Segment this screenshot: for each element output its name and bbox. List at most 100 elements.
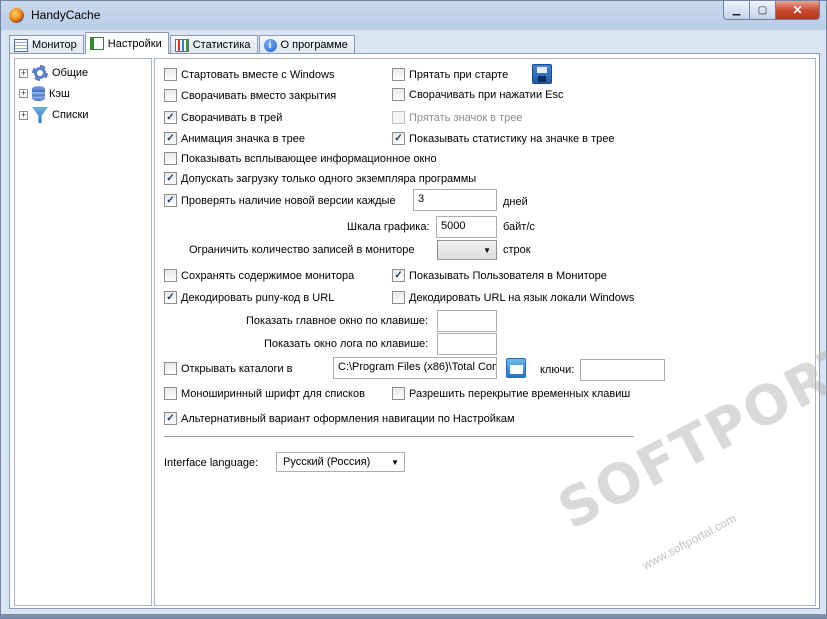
- checkbox-box[interactable]: ✓: [392, 269, 405, 282]
- decode-punycode-checkbox[interactable]: ✓ Декодировать puny-код в URL: [164, 291, 334, 304]
- tab-label: Настройки: [107, 37, 162, 50]
- checkbox-box[interactable]: ✓: [164, 132, 177, 145]
- minimize-icon: ▁: [732, 4, 741, 16]
- monitor-limit-select[interactable]: ▼: [437, 240, 497, 260]
- chevron-down-icon: ▼: [391, 458, 399, 467]
- checkbox-box[interactable]: ✓: [164, 172, 177, 185]
- funnel-icon: [32, 107, 48, 123]
- monospace-lists-checkbox[interactable]: Моноширинный шрифт для списков: [164, 387, 365, 400]
- keys-field[interactable]: [580, 359, 665, 381]
- tree-item-lists[interactable]: + Списки: [19, 107, 89, 123]
- checkbox-box[interactable]: [164, 152, 177, 165]
- graph-scale-field[interactable]: 5000: [436, 216, 497, 238]
- save-icon[interactable]: [532, 64, 552, 84]
- keys-label: ключи:: [540, 364, 575, 376]
- folder-open-icon[interactable]: [506, 358, 526, 378]
- tab-label: Монитор: [32, 39, 77, 51]
- checkbox-box[interactable]: ✓: [392, 132, 405, 145]
- folder-path-field[interactable]: C:\Program Files (x86)\Total Com: [333, 357, 497, 379]
- tab-settings[interactable]: Настройки: [84, 32, 169, 54]
- expand-icon[interactable]: +: [19, 68, 28, 78]
- chevron-down-icon: ▼: [483, 246, 491, 255]
- tab-monitor[interactable]: Монитор: [9, 35, 84, 54]
- tab-about[interactable]: i О программе: [258, 35, 355, 54]
- monitor-limit-unit: строк: [503, 244, 531, 256]
- checkbox-label: Моноширинный шрифт для списков: [181, 387, 365, 400]
- checkbox-label: Прятать при старте: [409, 68, 509, 81]
- title-bar[interactable]: HandyCache ▁ ▢ ✕: [1, 1, 826, 29]
- single-instance-checkbox[interactable]: ✓ Допускать загрузку только одного экзем…: [164, 172, 476, 185]
- tree-item-cache[interactable]: + Кэш: [19, 86, 70, 101]
- minimize-button[interactable]: ▁: [723, 1, 750, 20]
- checkbox-label: Сворачивать в трей: [181, 111, 283, 124]
- update-interval-field[interactable]: 3: [413, 189, 497, 211]
- maximize-icon: ▢: [757, 4, 768, 16]
- tab-statistics[interactable]: Статистика: [169, 35, 258, 54]
- checkbox-box[interactable]: [164, 387, 177, 400]
- checkbox-box[interactable]: [392, 387, 405, 400]
- start-with-windows-checkbox[interactable]: Стартовать вместе с Windows: [164, 68, 334, 81]
- window-title: HandyCache: [31, 8, 101, 22]
- expand-icon[interactable]: +: [19, 89, 28, 98]
- checkbox-box[interactable]: [164, 89, 177, 102]
- checkbox-label: Стартовать вместе с Windows: [181, 68, 335, 81]
- checkbox-label: Показывать всплывающее информационное ок…: [181, 152, 437, 165]
- close-icon: ✕: [792, 3, 803, 17]
- expand-icon[interactable]: +: [19, 110, 28, 120]
- save-monitor-checkbox[interactable]: Сохранять содержимое монитора: [164, 269, 354, 282]
- graph-scale-label: Шкала графика:: [347, 221, 430, 233]
- checkbox-box[interactable]: [164, 362, 177, 375]
- hotkey-log-field[interactable]: [437, 333, 497, 355]
- checkbox-box[interactable]: ✓: [164, 291, 177, 304]
- checkbox-label: Декодировать URL на язык локали Windows: [409, 291, 635, 304]
- maximize-button[interactable]: ▢: [750, 1, 776, 20]
- graph-scale-unit: байт/с: [503, 221, 535, 233]
- show-user-in-monitor-checkbox[interactable]: ✓ Показывать Пользователя в Мониторе: [392, 269, 607, 282]
- minimize-instead-close-checkbox[interactable]: Сворачивать вместо закрытия: [164, 89, 336, 102]
- tree-item-label: Кэш: [49, 87, 70, 100]
- gear-icon: [32, 65, 48, 81]
- checkbox-label: Показывать статистику на значке в трее: [409, 132, 615, 145]
- show-tray-stats-checkbox[interactable]: ✓ Показывать статистику на значке в трее: [392, 132, 614, 145]
- minimize-on-esc-checkbox[interactable]: Сворачивать при нажатии Esc: [392, 88, 564, 101]
- checkbox-box[interactable]: [392, 291, 405, 304]
- settings-frame: + Общие + Кэш + Списки Стартовать вместе…: [9, 53, 820, 609]
- close-button[interactable]: ✕: [776, 1, 820, 20]
- checkbox-box[interactable]: ✓: [164, 412, 177, 425]
- checkbox-box[interactable]: [164, 269, 177, 282]
- checkbox-label: Сохранять содержимое монитора: [181, 269, 355, 282]
- checkbox-box[interactable]: [392, 68, 405, 81]
- checkbox-label: Сворачивать вместо закрытия: [181, 89, 337, 102]
- tab-label: О программе: [280, 39, 348, 51]
- info-icon: i: [263, 38, 277, 52]
- hotkey-main-field[interactable]: [437, 310, 497, 332]
- checkbox-box[interactable]: [392, 88, 405, 101]
- tray-icon-animation-checkbox[interactable]: ✓ Анимация значка в трее: [164, 132, 305, 145]
- checkbox-box[interactable]: [164, 68, 177, 81]
- settings-form-icon: [89, 37, 104, 50]
- check-updates-checkbox[interactable]: ✓ Проверять наличие новой версии каждые: [164, 194, 396, 207]
- checkbox-box[interactable]: ✓: [164, 111, 177, 124]
- tab-bar: Монитор Настройки Статистика i О програм…: [9, 32, 356, 54]
- open-folders-checkbox[interactable]: Открывать каталоги в: [164, 362, 293, 375]
- checkbox-box[interactable]: ✓: [164, 194, 177, 207]
- tree-item-label: Списки: [52, 109, 89, 121]
- separator: [164, 436, 634, 437]
- tree-item-general[interactable]: + Общие: [19, 65, 88, 81]
- alt-navigation-checkbox[interactable]: ✓ Альтернативный вариант оформления нави…: [164, 412, 515, 425]
- hotkey-log-label: Показать окно лога по клавише:: [264, 338, 429, 350]
- checkbox-label: Анимация значка в трее: [181, 132, 305, 145]
- select-value: Русский (Россия): [283, 456, 371, 468]
- app-logo-icon: [9, 8, 24, 23]
- decode-url-locale-checkbox[interactable]: Декодировать URL на язык локали Windows: [392, 291, 634, 304]
- interface-language-select[interactable]: Русский (Россия) ▼: [276, 452, 405, 472]
- hide-on-start-checkbox[interactable]: Прятать при старте: [392, 68, 508, 81]
- minimize-to-tray-checkbox[interactable]: ✓ Сворачивать в трей: [164, 111, 282, 124]
- checkbox-label: Альтернативный вариант оформления навига…: [181, 412, 515, 425]
- settings-tree: + Общие + Кэш + Списки: [14, 58, 152, 606]
- checkbox-label: Открывать каталоги в: [181, 362, 293, 375]
- settings-panel: Стартовать вместе с Windows Прятать при …: [154, 58, 816, 606]
- statistics-icon: [174, 38, 189, 52]
- show-popup-checkbox[interactable]: Показывать всплывающее информационное ок…: [164, 152, 437, 165]
- allow-temp-keys-checkbox[interactable]: Разрешить перекрытие временных клавиш: [392, 387, 630, 400]
